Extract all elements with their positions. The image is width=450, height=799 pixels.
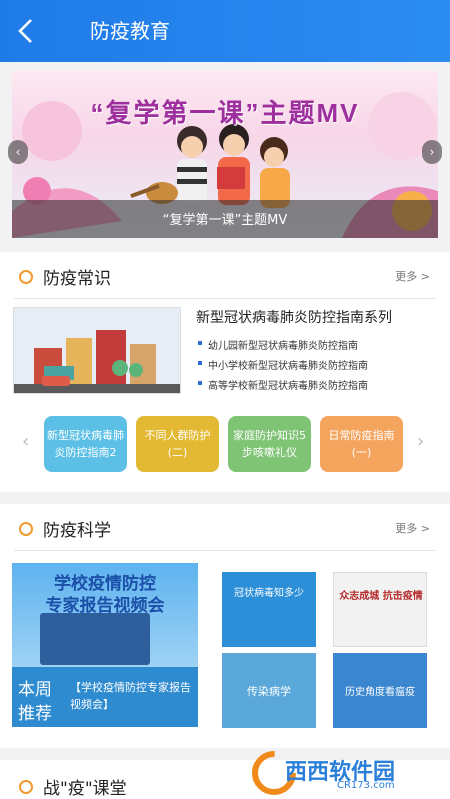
back-arrow-icon[interactable] (14, 17, 38, 45)
guide-link[interactable]: 幼儿园新型冠状病毒肺炎防控指南 (198, 337, 358, 352)
topic-chip[interactable]: 家庭防护知识5 步咳嗽礼仪 (228, 416, 311, 472)
section-title: 战"疫"课堂 (43, 779, 127, 799)
page-title: 防疫教育 (90, 19, 170, 43)
section-dot-icon (19, 780, 33, 794)
recommend-tag: 推荐 (18, 704, 52, 724)
chips-prev-icon[interactable]: ‹ (22, 431, 29, 452)
chip-line: (二) (167, 446, 188, 459)
recommend-tag: 本周 (18, 680, 52, 700)
video-thumb[interactable]: 历史角度看瘟疫 (333, 653, 427, 728)
thumb-title: 冠状病毒知多少 (234, 588, 304, 599)
chip-line: (一) (351, 446, 372, 459)
chip-line: 步咳嗽礼仪 (242, 446, 297, 459)
app-header: 防疫教育 (0, 0, 450, 62)
section-dot-icon (19, 522, 33, 536)
banner-next-icon[interactable]: › (422, 140, 442, 164)
chip-line: 日常防疫指南 (328, 429, 395, 442)
thumb-title: 众志成城 抗击疫情 (339, 591, 423, 602)
section-title: 防疫科学 (43, 521, 111, 541)
more-link[interactable]: 更多 > (395, 520, 430, 536)
topic-chip[interactable]: 不同人群防护 (二) (136, 416, 219, 472)
featured-caption: 【学校疫情防控专家报告视频会】 (70, 681, 191, 711)
watermark-sub: CR173.com (337, 780, 395, 791)
section-dot-icon (19, 270, 33, 284)
chips-next-icon[interactable]: › (417, 431, 424, 452)
featured-video-card[interactable]: 学校疫情防控 专家报告视频会 本周 推荐 【学校疫情防控专家报告视频会】 (12, 563, 198, 727)
thumb-title: 历史角度看瘟疫 (345, 687, 415, 698)
thumb-title: 传染病学 (247, 685, 291, 698)
section-title: 防疫常识 (43, 269, 111, 289)
banner-caption: “复学第一课”主题MV (162, 213, 288, 228)
city-illustration (14, 308, 180, 393)
monitor-illustration (40, 613, 150, 665)
video-thumb[interactable]: 传染病学 (222, 653, 316, 728)
video-thumb[interactable]: 冠状病毒知多少 (222, 572, 316, 647)
chip-line: 不同人群防护 (144, 429, 211, 442)
chip-line: 新型冠状病毒肺 (47, 429, 124, 442)
video-thumb[interactable]: 众志成城 抗击疫情 (333, 572, 427, 647)
topic-chip[interactable]: 日常防疫指南 (一) (320, 416, 403, 472)
chip-line: 炎防控指南2 (54, 446, 117, 459)
banner-prev-icon[interactable]: ‹ (8, 140, 28, 164)
more-link[interactable]: 更多 > (395, 268, 430, 284)
chip-line: 家庭防护知识5 (233, 429, 306, 442)
section-header: 防疫常识 更多 > (0, 258, 450, 298)
banner-carousel[interactable]: “复学第一课”主题MV “复学第一课”主题MV (12, 71, 438, 238)
topic-chip[interactable]: 新型冠状病毒肺 炎防控指南2 (44, 416, 127, 472)
divider (14, 298, 436, 299)
guide-link[interactable]: 高等学校新型冠状病毒肺炎防控指南 (198, 377, 368, 392)
divider (14, 550, 436, 551)
section-header: 防疫科学 更多 > (0, 510, 450, 550)
guide-series-image[interactable] (13, 307, 181, 394)
guide-link[interactable]: 中小学校新型冠状病毒肺炎防控指南 (198, 357, 368, 372)
watermark-logo: 西西软件园 CR173.com (251, 750, 436, 796)
guide-series-title[interactable]: 新型冠状病毒肺炎防控指南系列 (196, 307, 392, 327)
banner-headline: “复学第一课”主题MV (90, 98, 360, 128)
